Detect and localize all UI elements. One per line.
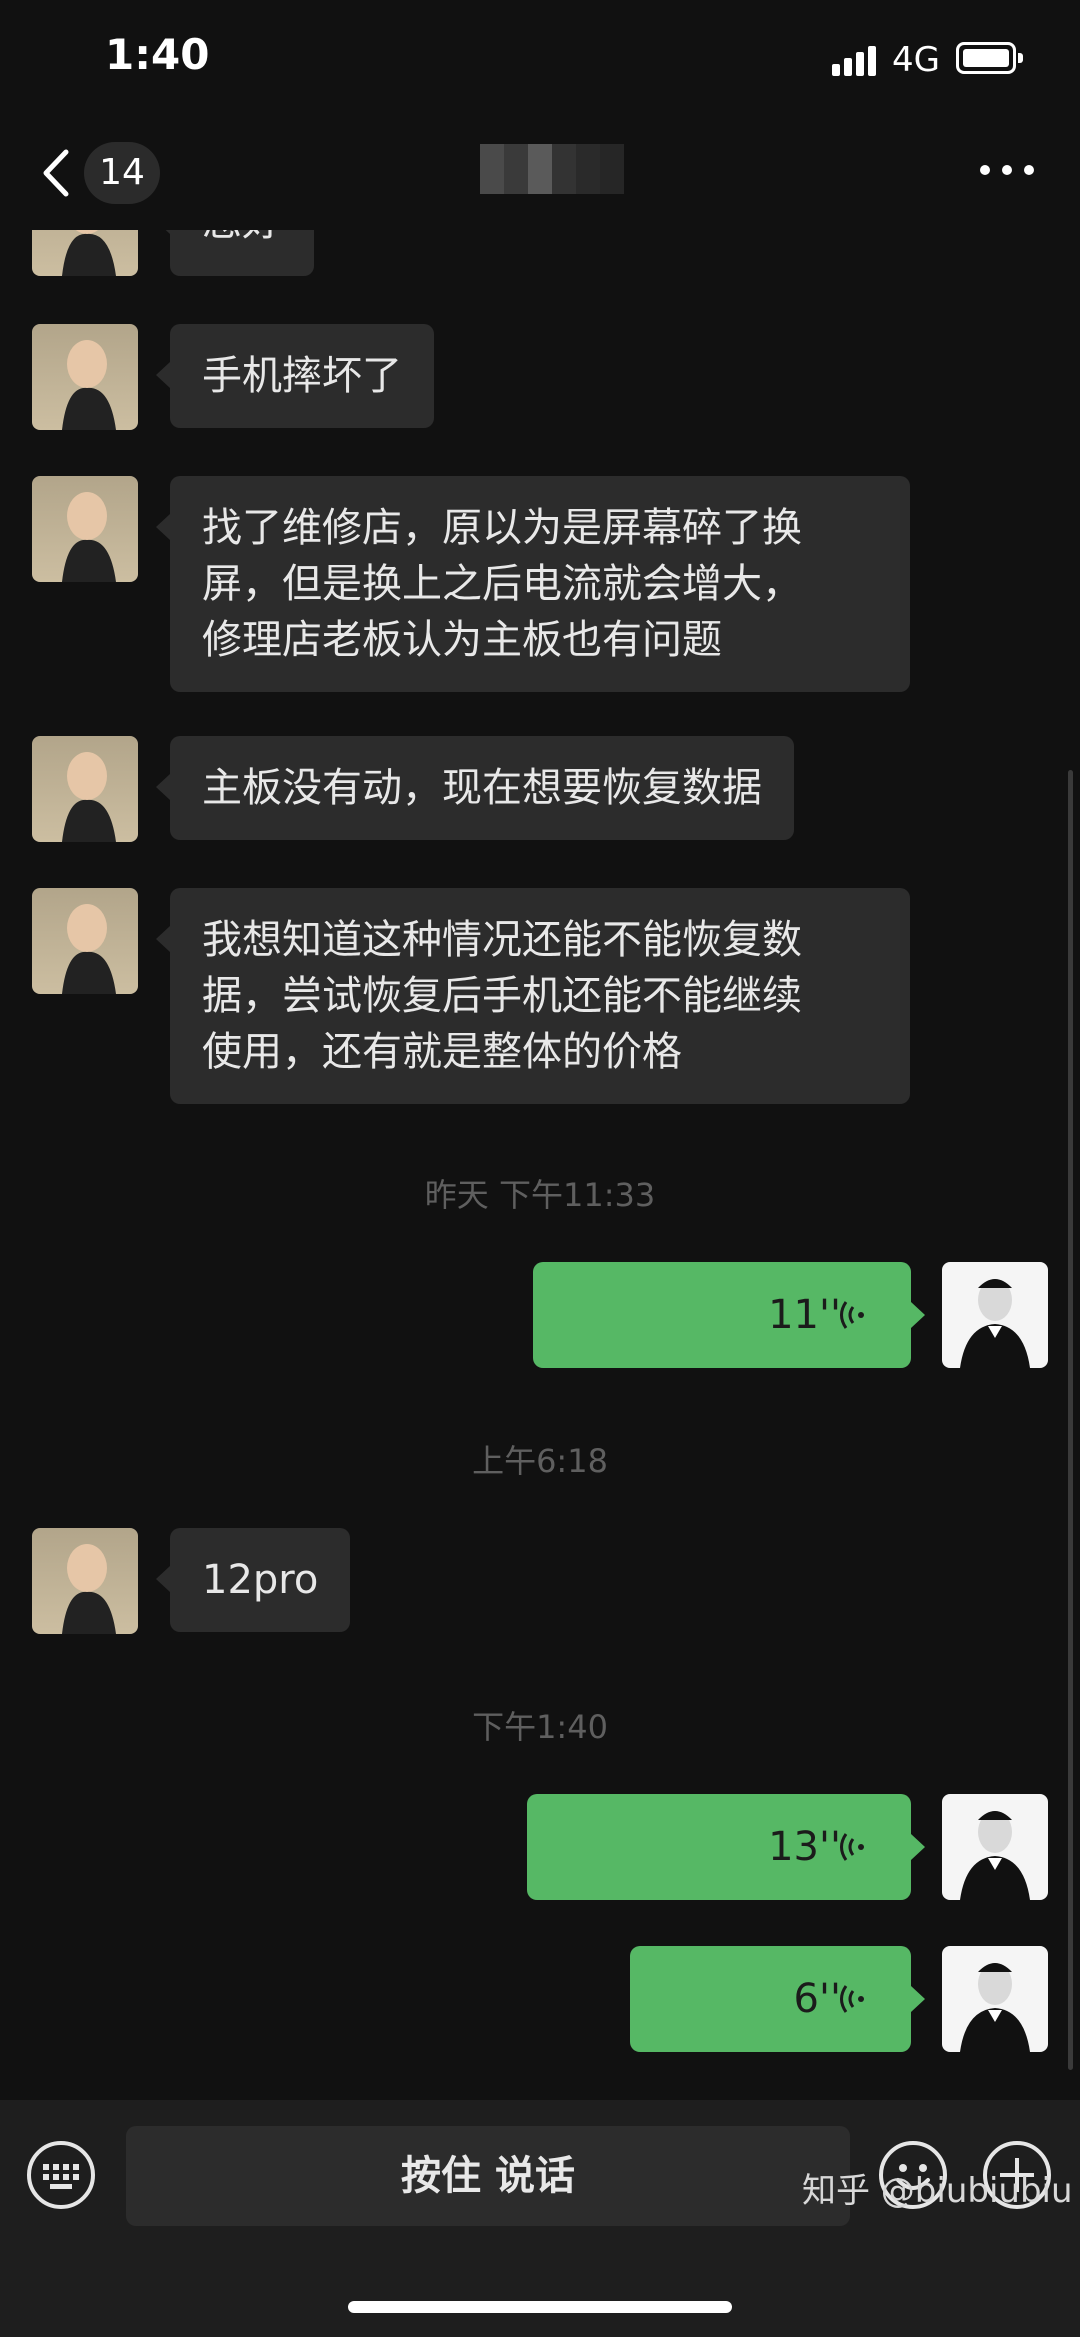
contact-avatar[interactable]: [32, 230, 138, 276]
status-bar: 1:40 4G: [0, 0, 1080, 120]
battery-icon: [956, 42, 1023, 74]
chat-header: 14: [0, 120, 1080, 230]
back-chevron-icon[interactable]: [40, 148, 70, 198]
more-dots-icon[interactable]: [980, 162, 1034, 178]
network-type: 4G: [892, 40, 940, 80]
voice-message-bubble[interactable]: 11'': [533, 1262, 925, 1368]
watermark: 知乎 @biubiubiu: [802, 2171, 1073, 2211]
message-bubble[interactable]: 主板没有动，现在想要恢复数据: [156, 736, 794, 840]
voice-message-bubble[interactable]: 13'': [527, 1794, 925, 1900]
contact-avatar[interactable]: [32, 1528, 138, 1634]
chat-scrollbar[interactable]: [1068, 770, 1073, 2070]
timestamp: 下午1:40: [472, 1708, 608, 1746]
home-indicator[interactable]: [348, 2301, 732, 2313]
contact-avatar[interactable]: [32, 476, 138, 582]
my-avatar[interactable]: [942, 1262, 1048, 1368]
contact-avatar[interactable]: [32, 888, 138, 994]
my-avatar[interactable]: [942, 1794, 1048, 1900]
voice-message-bubble[interactable]: 6'': [630, 1946, 925, 2052]
message-bubble[interactable]: 手机摔坏了: [156, 324, 434, 428]
message-bubble[interactable]: 我想知道这种情况还能不能恢复数 据，尝试恢复后手机还能不能继续 使用，还有就是整体的…: [156, 888, 910, 1104]
message-list: 您好 手机摔坏了 找了维修店，原以为是屏幕碎了换屏，但是换上之后电流就会增大，修…: [0, 230, 1080, 2100]
keyboard-icon[interactable]: [26, 2140, 96, 2210]
voice-wave-icon: [840, 1985, 864, 2013]
chat-title-blurred: [480, 144, 624, 194]
timestamp: 昨天 下午11:33: [424, 1176, 656, 1214]
hold-to-talk-button[interactable]: 按住 说话: [126, 2126, 850, 2226]
signal-icon: [832, 46, 876, 76]
message-bubble[interactable]: 12pro: [155, 1528, 351, 1632]
voice-wave-icon: [840, 1833, 864, 1861]
my-avatar[interactable]: [942, 1946, 1048, 2052]
contact-avatar[interactable]: [32, 736, 138, 842]
unread-count-badge[interactable]: 14: [84, 142, 160, 204]
message-bubble[interactable]: 您好: [156, 230, 314, 276]
voice-wave-icon: [840, 1301, 864, 1329]
status-time: 1:40: [105, 30, 210, 79]
contact-avatar[interactable]: [32, 324, 138, 430]
timestamp: 上午6:18: [472, 1442, 608, 1480]
message-bubble[interactable]: 找了维修店，原以为是屏幕碎了换 屏，但是换上之后电流就会增大， 修理店老板认为主板也…: [156, 476, 910, 692]
